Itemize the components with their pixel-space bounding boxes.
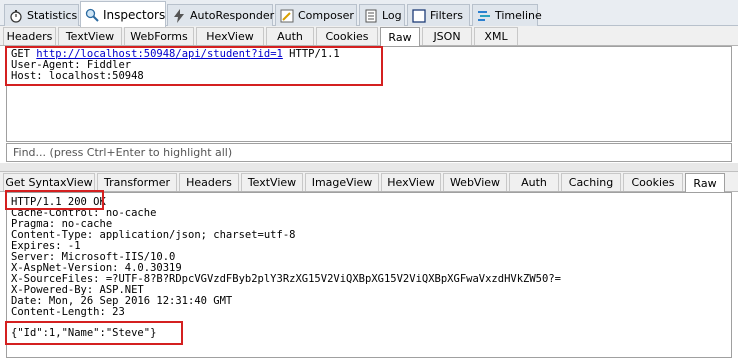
- response-raw-pane[interactable]: HTTP/1.1 200 OK Cache-Control: no-cache …: [5, 190, 732, 358]
- request-tab-auth[interactable]: Auth: [266, 27, 314, 45]
- status-highlight-box: [5, 190, 104, 210]
- find-input[interactable]: Find... (press Ctrl+Enter to highlight a…: [6, 143, 732, 162]
- response-header-line: Content-Length: 23: [11, 306, 125, 318]
- magnifier-icon: [85, 8, 99, 22]
- timeline-icon: [477, 9, 491, 23]
- response-tab-auth[interactable]: Auth: [509, 173, 559, 191]
- tab-filters-label: Filters: [430, 9, 463, 22]
- request-tab-cookies[interactable]: Cookies: [316, 27, 378, 45]
- tab-composer[interactable]: Composer: [275, 4, 357, 26]
- request-tab-raw[interactable]: Raw: [380, 27, 420, 46]
- checkbox-icon: [412, 8, 426, 23]
- response-tab-raw[interactable]: Raw: [685, 173, 725, 192]
- request-tab-webforms[interactable]: WebForms: [124, 27, 194, 45]
- response-tab-textview[interactable]: TextView: [241, 173, 303, 191]
- response-tab-imageview[interactable]: ImageView: [305, 173, 379, 191]
- stopwatch-icon: [9, 9, 23, 23]
- request-tab-headers[interactable]: Headers: [3, 27, 56, 45]
- tab-log[interactable]: Log: [359, 4, 405, 26]
- tab-autoresponder[interactable]: AutoResponder: [167, 4, 275, 26]
- request-highlight-box: [5, 46, 383, 86]
- tab-log-label: Log: [382, 9, 402, 22]
- pane-splitter[interactable]: [0, 163, 738, 172]
- response-tab-hexview[interactable]: HexView: [381, 173, 441, 191]
- request-tab-json[interactable]: JSON: [422, 27, 472, 45]
- request-tab-textview[interactable]: TextView: [58, 27, 122, 45]
- response-tab-headers[interactable]: Headers: [179, 173, 239, 191]
- response-tab-webview[interactable]: WebView: [443, 173, 507, 191]
- request-tab-xml[interactable]: XML: [474, 27, 518, 45]
- response-tab-get-syntaxview[interactable]: Get SyntaxView: [3, 173, 95, 191]
- tab-statistics-label: Statistics: [27, 9, 78, 22]
- main-tab-strip: Statistics Inspectors AutoResponder Comp…: [0, 0, 738, 27]
- tab-statistics[interactable]: Statistics: [4, 4, 79, 26]
- pencil-icon: [280, 9, 294, 23]
- log-icon: [364, 9, 378, 23]
- request-raw-pane[interactable]: GET http://localhost:50948/api/student?i…: [5, 46, 732, 142]
- tab-filters[interactable]: Filters: [407, 4, 470, 26]
- lightning-icon: [172, 8, 186, 23]
- body-highlight-box: [5, 321, 183, 345]
- tab-timeline-label: Timeline: [495, 9, 542, 22]
- request-tab-strip: Headers TextView WebForms HexView Auth C…: [0, 26, 738, 46]
- tab-inspectors-label: Inspectors: [103, 7, 166, 22]
- tab-composer-label: Composer: [298, 9, 354, 22]
- tab-inspectors[interactable]: Inspectors: [80, 1, 166, 27]
- request-tab-hexview[interactable]: HexView: [196, 27, 264, 45]
- tab-autoresponder-label: AutoResponder: [190, 9, 275, 22]
- response-tab-transformer[interactable]: Transformer: [97, 173, 177, 191]
- response-tab-cookies[interactable]: Cookies: [623, 173, 683, 191]
- response-tab-strip: Get SyntaxView Transformer Headers TextV…: [0, 172, 738, 192]
- response-tab-caching[interactable]: Caching: [561, 173, 621, 191]
- tab-timeline[interactable]: Timeline: [472, 4, 542, 26]
